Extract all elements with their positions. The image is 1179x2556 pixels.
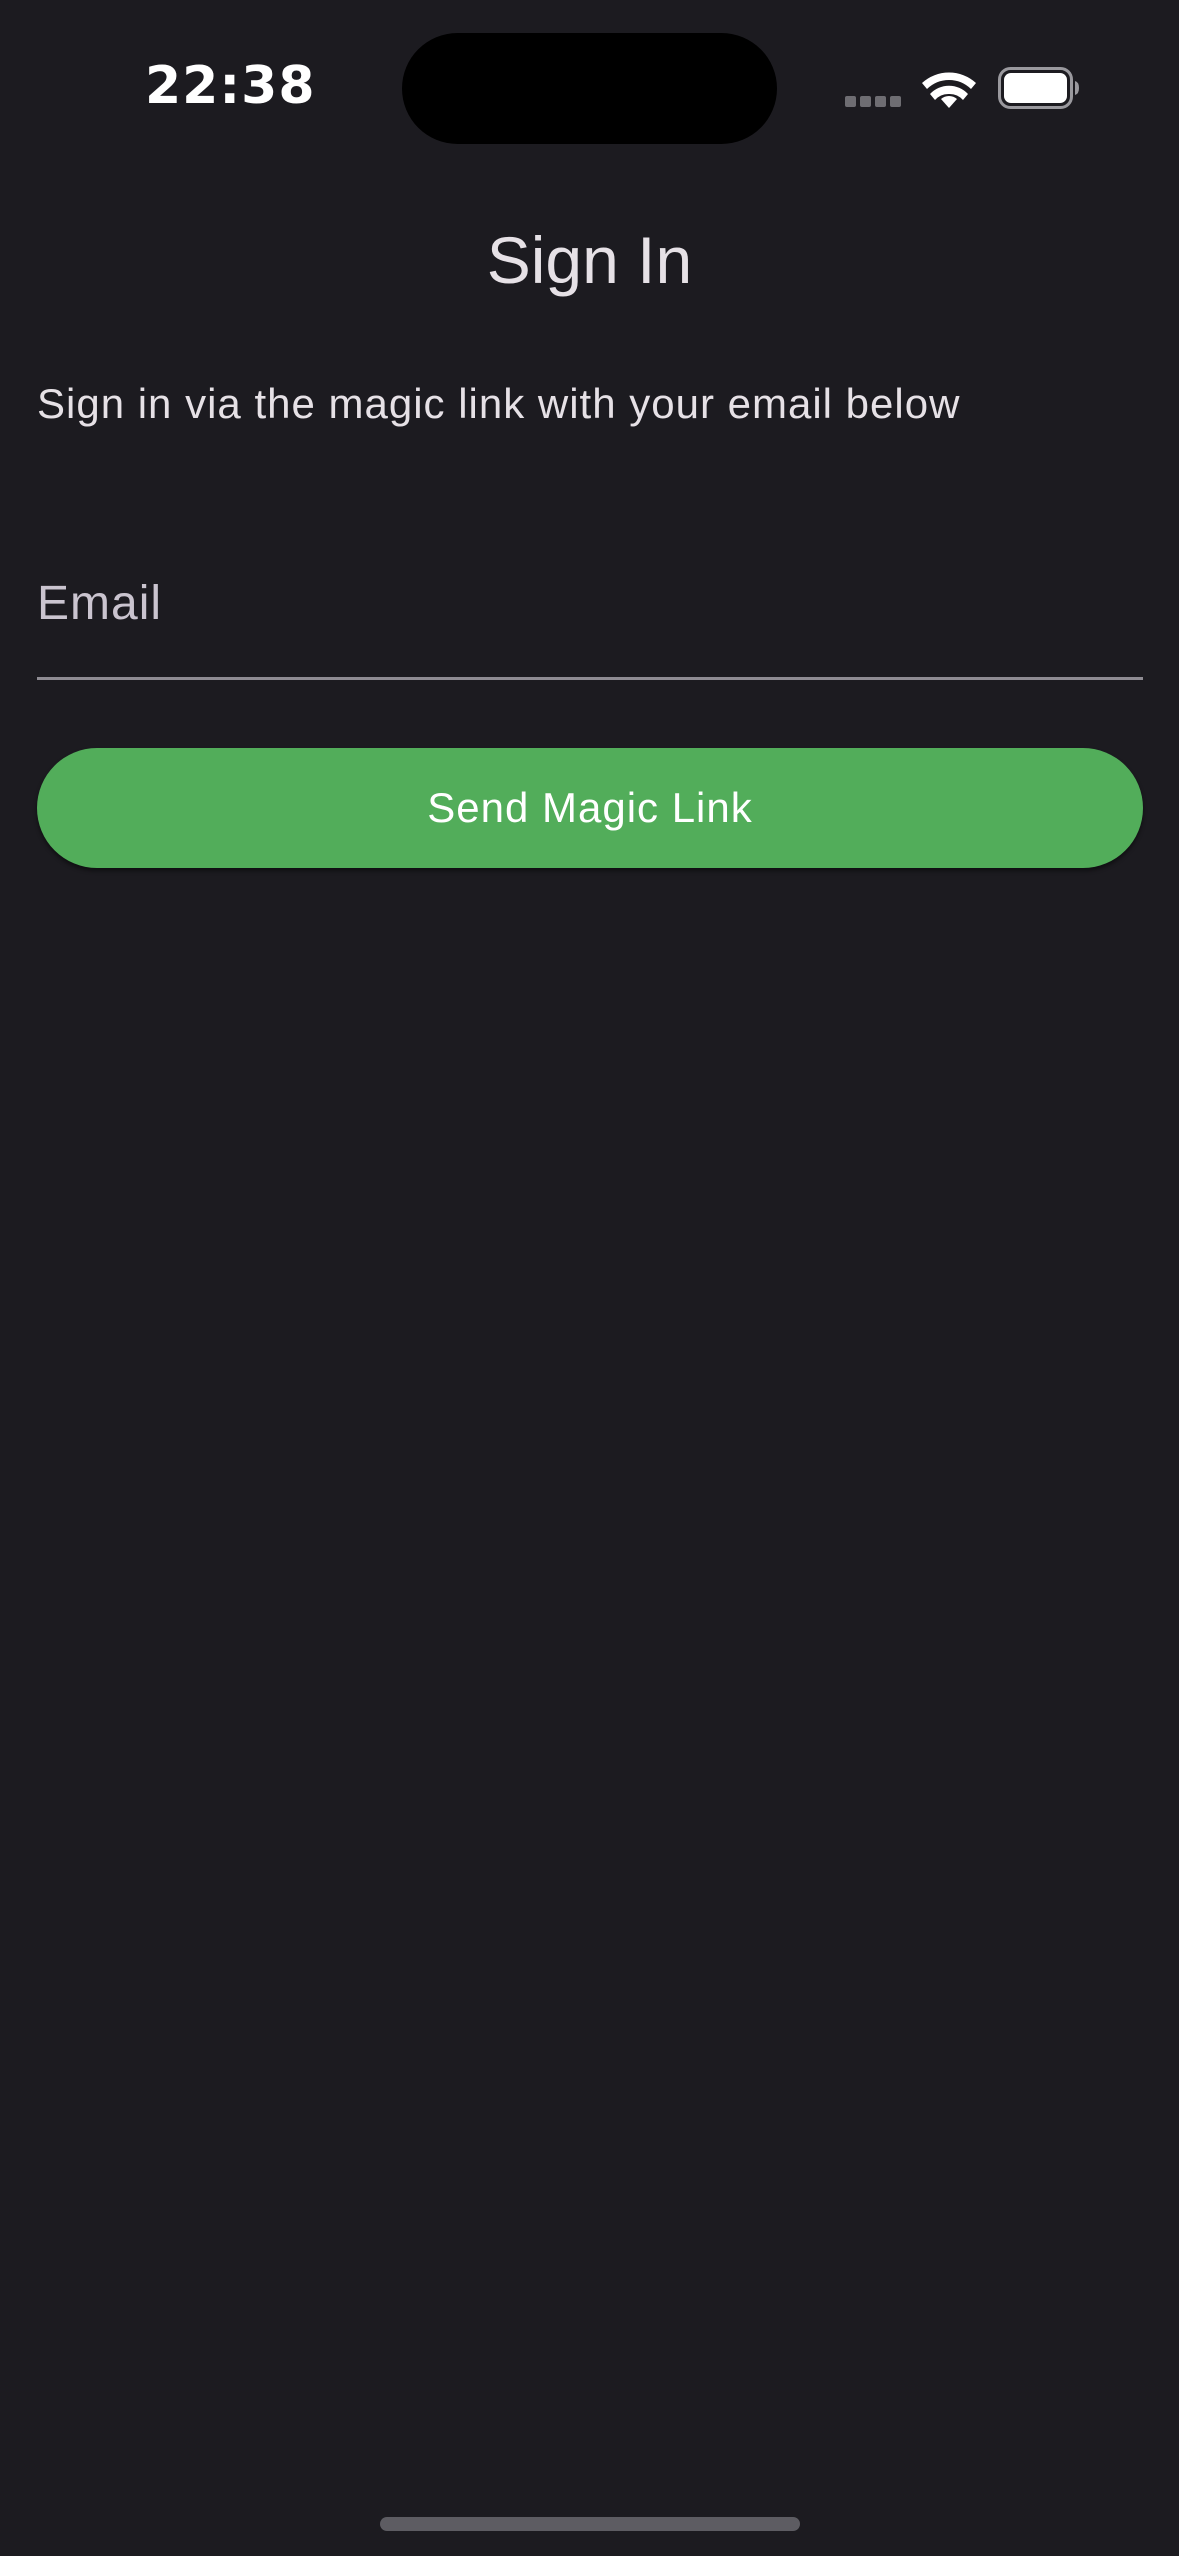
cellular-signal-icon	[845, 94, 905, 107]
dynamic-island	[402, 33, 777, 144]
send-magic-link-button[interactable]: Send Magic Link	[37, 748, 1143, 868]
wifi-icon	[922, 72, 976, 108]
home-indicator[interactable]	[380, 2517, 800, 2531]
send-magic-link-label: Send Magic Link	[427, 784, 753, 831]
status-bar: 22:38	[0, 0, 1179, 175]
battery-icon	[998, 67, 1079, 109]
email-input[interactable]	[37, 558, 1143, 648]
email-field[interactable]	[37, 540, 1143, 680]
page-title: Sign In	[486, 223, 693, 297]
status-time: 22:38	[145, 56, 316, 116]
sign-in-instructions: Sign in via the magic link with your ema…	[37, 380, 961, 427]
